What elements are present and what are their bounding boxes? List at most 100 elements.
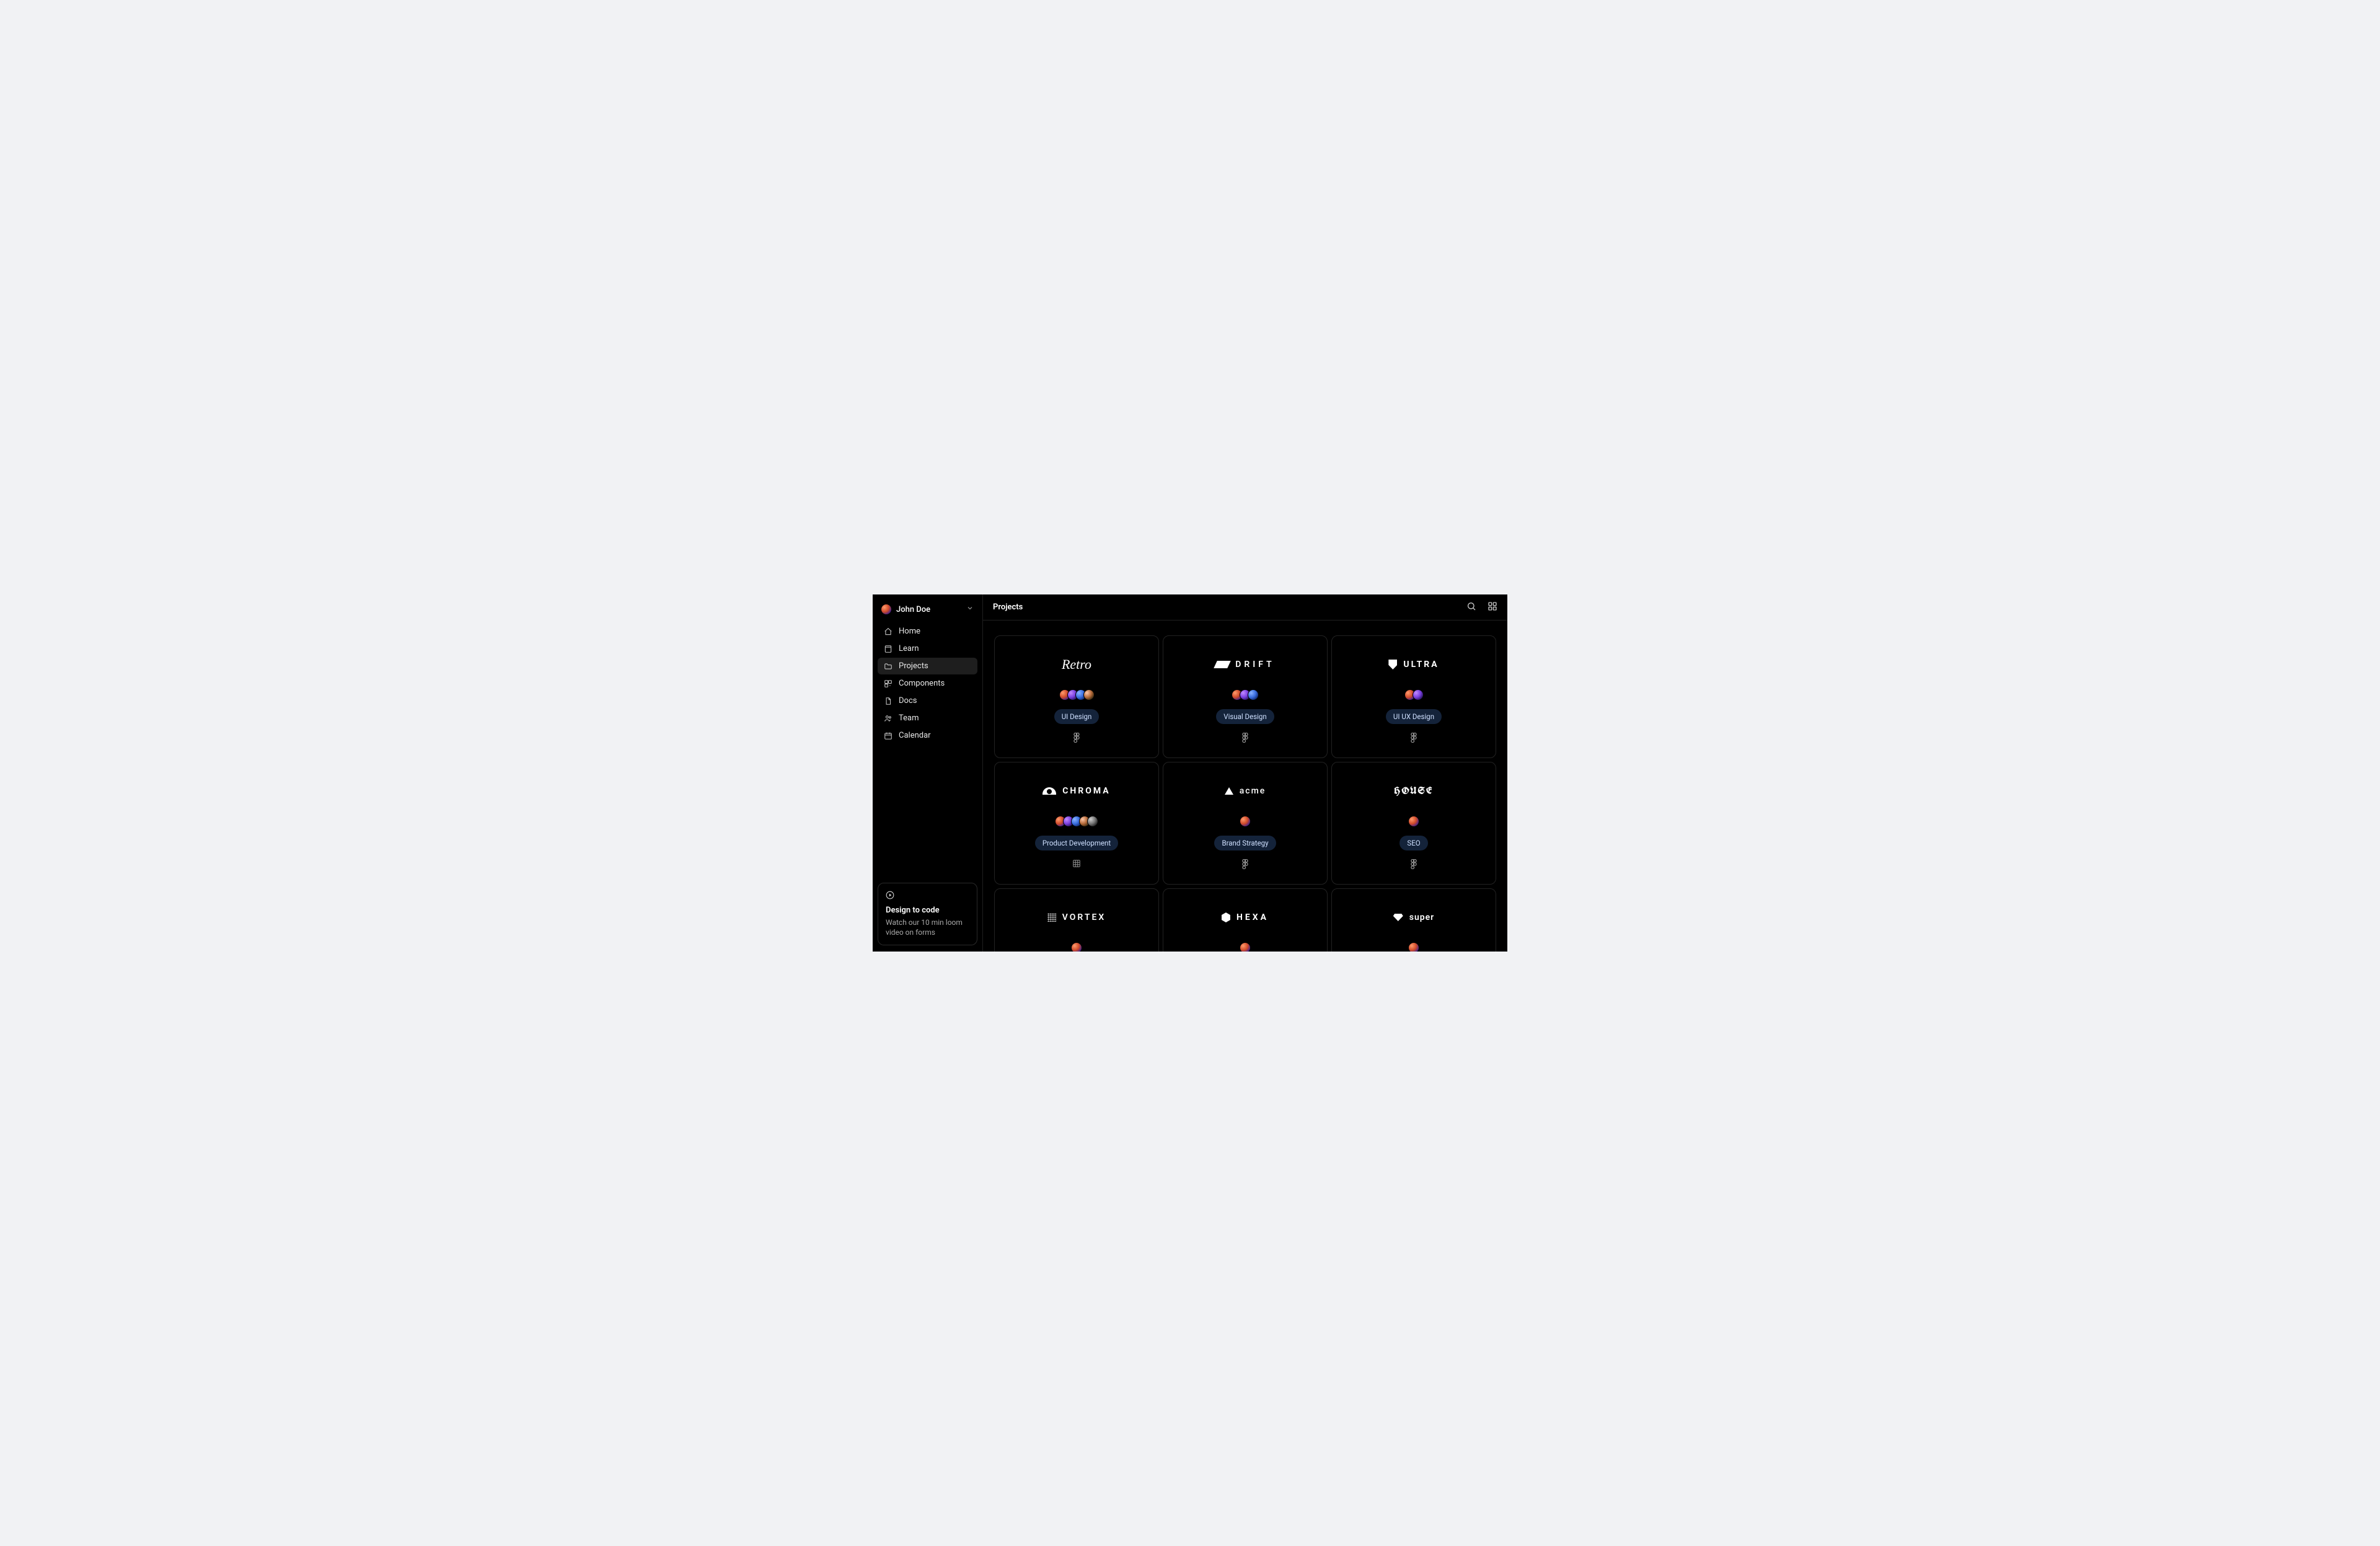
sheet-icon [1072,859,1081,868]
team-icon [884,714,892,723]
super-logo-mark [1393,914,1403,921]
sidebar-item-label: Components [899,679,945,688]
member-avatar [1240,942,1251,952]
sidebar-item-label: Learn [899,644,919,653]
project-logo: VORTEX [1002,899,1151,936]
projects-grid: Retro UI Design DRIFT Visual Design ULTR… [994,635,1496,952]
project-card-retro[interactable]: Retro UI Design [994,635,1159,758]
layout-grid-button[interactable] [1488,601,1497,614]
grid-icon [1488,601,1497,611]
sidebar-item-team[interactable]: Team [878,710,977,727]
project-name: ULTRA [1403,660,1439,669]
member-avatar [1408,942,1419,952]
sidebar-item-docs[interactable]: Docs [878,692,977,709]
acme-logo-mark [1225,787,1233,795]
sidebar-item-label: Home [899,627,920,636]
project-name: VORTEX [1062,912,1106,922]
figma-icon [1410,733,1417,743]
sidebar-item-learn[interactable]: Learn [878,640,977,657]
project-name: HEXA [1236,912,1269,922]
project-tag: Brand Strategy [1214,836,1276,850]
sidebar-item-components[interactable]: Components [878,675,977,692]
project-logo: acme [1171,772,1320,810]
page-title: Projects [993,603,1023,612]
project-logo: Retro [1002,646,1151,683]
sidebar: John Doe Home Learn Projects Components … [873,594,983,952]
project-logo: ULTRA [1339,646,1488,683]
chevron-down-icon [966,604,974,614]
member-avatar [1071,942,1082,952]
member-avatars [1408,816,1419,827]
chroma-logo-mark [1042,787,1056,795]
project-name: CHROMA [1062,786,1110,796]
sidebar-item-label: Calendar [899,731,931,740]
sidebar-item-label: Docs [899,696,917,705]
member-avatars [1055,816,1098,827]
member-avatar [1087,816,1098,827]
sidebar-item-projects[interactable]: Projects [878,658,977,674]
member-avatars [1404,689,1424,700]
member-avatars [1071,942,1082,952]
project-tag: UI Design [1054,709,1100,724]
figma-icon [1241,859,1249,869]
header: Projects [983,594,1507,621]
main: Projects Retro UI Design [983,594,1507,952]
member-avatars [1240,942,1251,952]
project-tag: Visual Design [1216,709,1274,724]
figma-icon [1410,859,1417,869]
member-avatar [1408,816,1419,827]
project-logo: HEXA [1171,899,1320,936]
member-avatars [1408,942,1419,952]
member-avatar [1248,689,1259,700]
play-icon [886,891,969,902]
book-icon [884,645,892,653]
project-name: acme [1240,786,1266,796]
folder-icon [884,662,892,671]
user-avatar [881,604,891,614]
project-card-vortex[interactable]: VORTEX [994,888,1159,952]
figma-icon [1241,733,1249,743]
app-window: John Doe Home Learn Projects Components … [873,594,1507,952]
project-card-hexa[interactable]: HEXA [1163,888,1328,952]
project-tag: SEO [1399,836,1427,850]
project-logo: DRIFT [1171,646,1320,683]
promo-title: Design to code [886,906,969,915]
home-icon [884,627,892,636]
hexa-logo-mark [1222,912,1230,922]
member-avatars [1059,689,1095,700]
project-card-ultra[interactable]: ULTRA UI UX Design [1331,635,1496,758]
member-avatars [1240,816,1251,827]
project-tag: Product Development [1035,836,1118,850]
project-name: super [1409,912,1434,922]
sidebar-item-label: Projects [899,661,928,671]
sidebar-item-home[interactable]: Home [878,623,977,640]
user-menu[interactable]: John Doe [878,601,977,621]
calendar-icon [884,731,892,740]
ultra-logo-mark [1388,660,1397,669]
member-avatar [1413,689,1424,700]
project-card-acme[interactable]: acme Brand Strategy [1163,762,1328,885]
sidebar-item-calendar[interactable]: Calendar [878,727,977,744]
member-avatar [1240,816,1251,827]
drift-logo-mark [1214,661,1231,668]
project-card-drift[interactable]: DRIFT Visual Design [1163,635,1328,758]
member-avatar [1083,689,1095,700]
project-card-chroma[interactable]: CHROMA Product Development [994,762,1159,885]
member-avatars [1232,689,1259,700]
components-icon [884,679,892,688]
project-name: DRIFT [1235,660,1274,669]
figma-icon [1073,733,1080,743]
search-button[interactable] [1466,601,1476,614]
doc-icon [884,697,892,705]
promo-description: Watch our 10 min loom video on forms [886,917,969,937]
project-logo: super [1339,899,1488,936]
search-icon [1466,601,1476,611]
user-name: John Doe [896,605,961,614]
project-card-house[interactable]: HOUSE SEO [1331,762,1496,885]
project-logo: HOUSE [1339,772,1488,810]
promo-card[interactable]: Design to code Watch our 10 min loom vid… [878,883,977,945]
project-logo: CHROMA [1002,772,1151,810]
project-card-super[interactable]: super [1331,888,1496,952]
sidebar-item-label: Team [899,713,919,723]
vortex-logo-mark [1047,913,1056,922]
